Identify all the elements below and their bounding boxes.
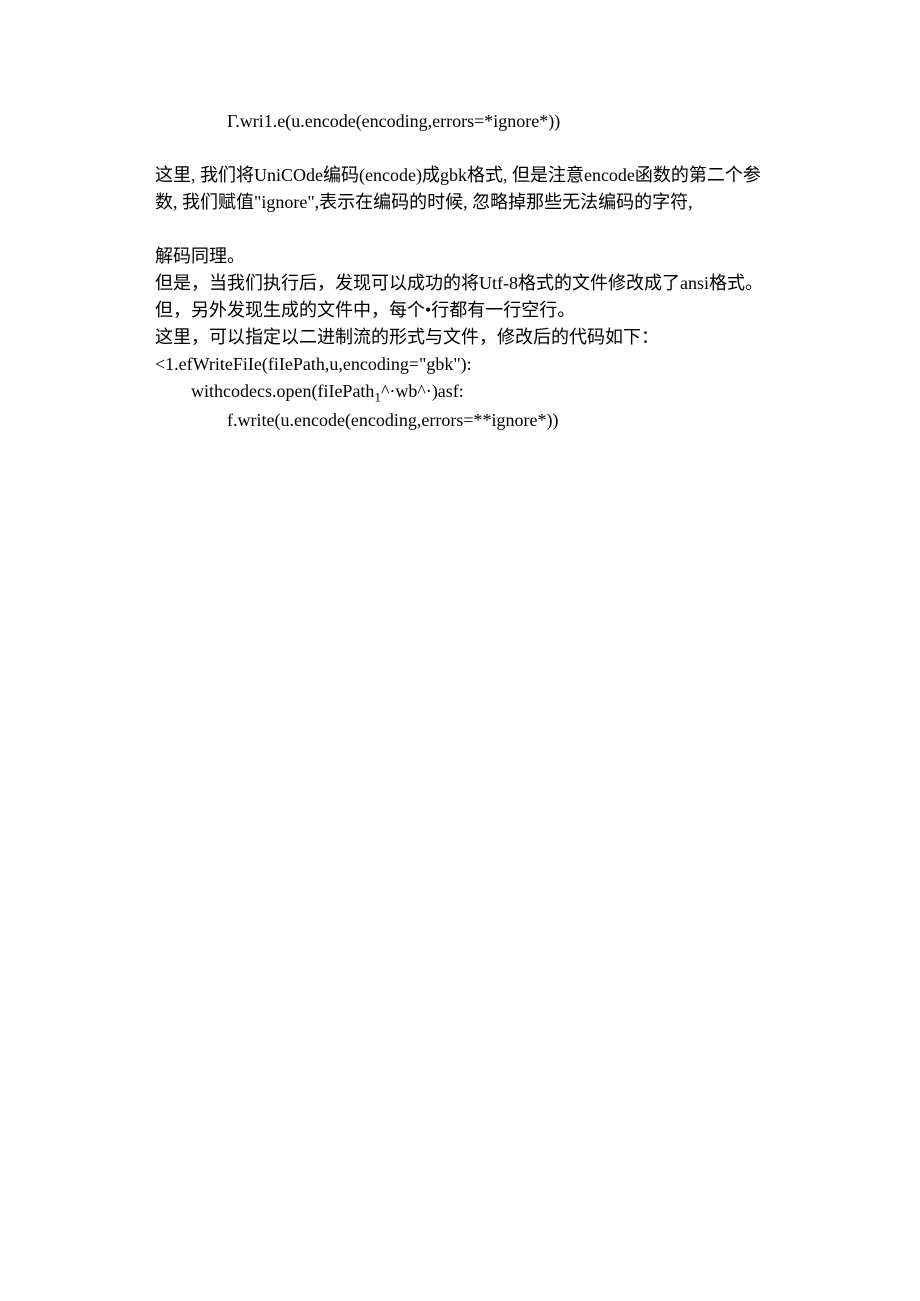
code-line-4: f.write(u.encode(encoding,errors=**ignor…: [155, 407, 765, 434]
document-body: Γ.wri1.e(u.encode(encoding,errors=*ignor…: [155, 108, 765, 434]
code-text-a: withcodecs.open(fiIePath: [191, 381, 374, 401]
paragraph-4: 但，另外发现生成的文件中，每个•行都有一行空行。: [155, 297, 765, 324]
spacer: [155, 216, 765, 243]
code-line-2: <1.efWriteFiIe(fiIePath,u,encoding="gbk"…: [155, 351, 765, 378]
code-line-1: Γ.wri1.e(u.encode(encoding,errors=*ignor…: [155, 108, 765, 135]
spacer: [155, 135, 765, 162]
paragraph-5: 这里，可以指定以二进制流的形式与文件，修改后的代码如下：: [155, 324, 765, 351]
paragraph-3: 但是，当我们执行后，发现可以成功的将Utf-8格式的文件修改成了ansi格式。: [155, 270, 765, 297]
paragraph-2: 解码同理。: [155, 243, 765, 270]
code-line-3: withcodecs.open(fiIePath1^·wb^·)asf:: [155, 378, 765, 407]
code-text-b: ^·wb^·)asf:: [381, 381, 464, 401]
paragraph-1: 这里, 我们将UniCOde编码(encode)成gbk格式, 但是注意enco…: [155, 162, 765, 216]
